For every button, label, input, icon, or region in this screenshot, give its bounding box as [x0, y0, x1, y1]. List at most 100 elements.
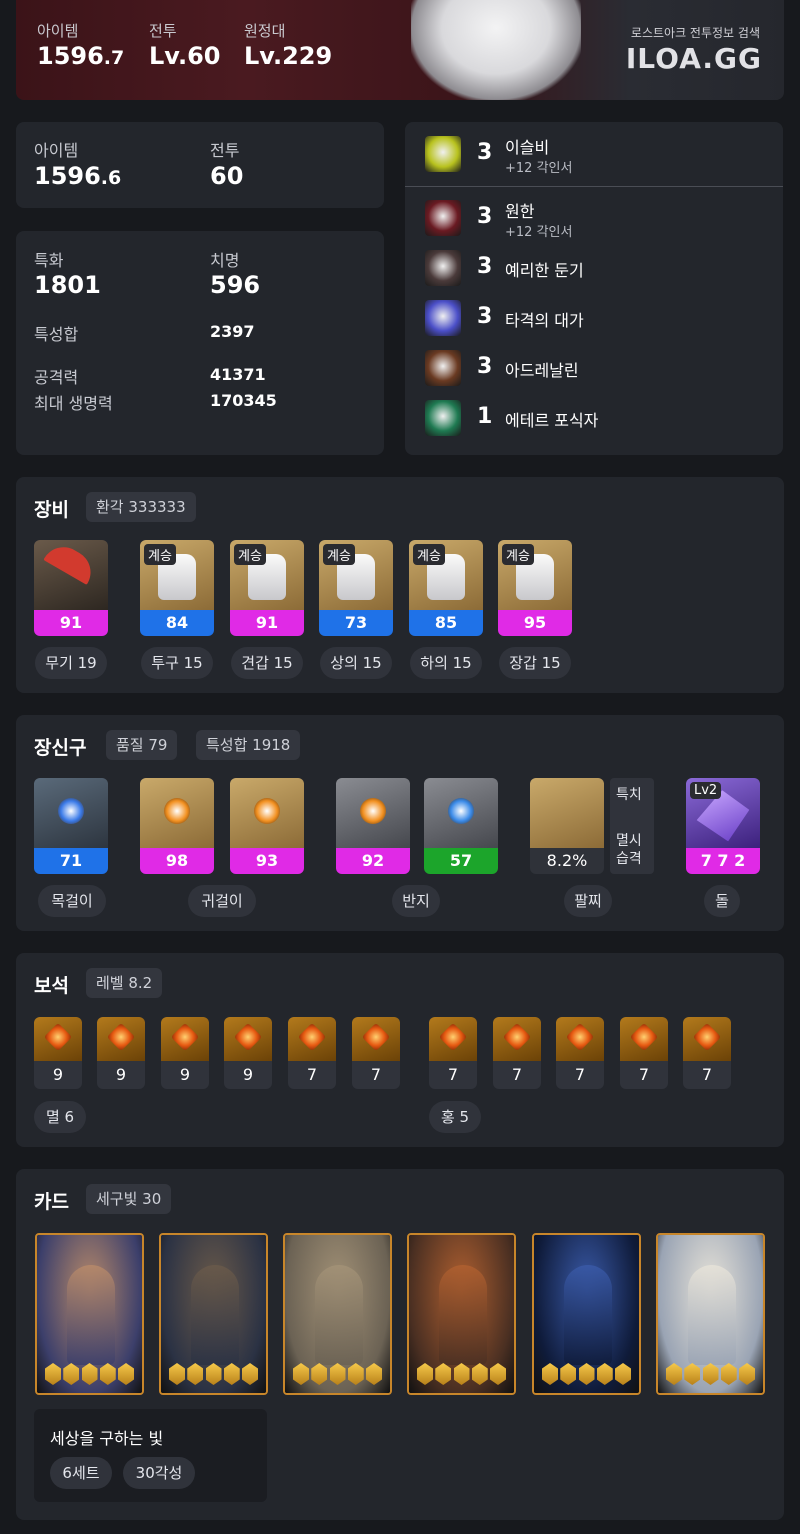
- card-item[interactable]: [532, 1233, 641, 1395]
- ring-icon: [336, 778, 410, 850]
- bracelet-slot[interactable]: 8.2%: [530, 778, 604, 874]
- inherit-badge: 계승: [234, 544, 266, 565]
- gem-icon: [161, 1017, 209, 1061]
- card-awaken-gems: [542, 1363, 631, 1385]
- awaken-gem-icon: [118, 1363, 134, 1385]
- card-figure: [688, 1265, 736, 1365]
- engraving-icon: [425, 400, 461, 436]
- awaken-gem-icon: [311, 1363, 328, 1385]
- earring-icon: [230, 778, 304, 850]
- header-combat-label: 전투: [149, 22, 177, 40]
- gem-doom[interactable]: 9: [34, 1017, 82, 1089]
- parasol-canopy: [43, 540, 99, 585]
- quality-value: 57: [424, 848, 498, 874]
- accessory-label-bracelet: 팔찌: [564, 885, 612, 917]
- gem-icon: [429, 1017, 477, 1061]
- gem-icon: [97, 1017, 145, 1061]
- gem-icon: [352, 1017, 400, 1061]
- gem-red[interactable]: 7: [620, 1017, 668, 1089]
- equipment-title: 장비: [34, 499, 69, 521]
- card-item[interactable]: [407, 1233, 516, 1395]
- equipment-label: 상의 15: [320, 647, 392, 679]
- stat-crit-value: 596: [210, 271, 261, 299]
- awaken-gem-icon: [329, 1363, 346, 1385]
- awaken-gem-icon: [596, 1363, 613, 1385]
- summary-item-value: 1596.6: [34, 162, 122, 190]
- summary-item-label: 아이템: [34, 141, 79, 160]
- engraving-row[interactable]: 3 아드레날린: [421, 348, 781, 388]
- accessory-slot[interactable]: 98: [140, 778, 214, 874]
- summary-combat-value: 60: [210, 162, 244, 190]
- gems-red-label: 홍 5: [429, 1101, 481, 1133]
- card-item[interactable]: [35, 1233, 144, 1395]
- gem-level: 7: [352, 1061, 400, 1089]
- equipment-set-pill: 환각 333333: [86, 492, 196, 522]
- accessory-slot[interactable]: 93: [230, 778, 304, 874]
- awaken-gem-icon: [560, 1363, 577, 1385]
- gem-icon: [620, 1017, 668, 1061]
- accessory-gem: [360, 798, 386, 824]
- earring-icon: [140, 778, 214, 850]
- awaken-gem-icon: [223, 1363, 240, 1385]
- equipment-slot[interactable]: 계승 84: [140, 540, 214, 636]
- equipment-slot[interactable]: 계승 91: [230, 540, 304, 636]
- bracelet-tag: 특치: [616, 787, 642, 803]
- card-item[interactable]: [159, 1233, 268, 1395]
- inherit-badge: 계승: [502, 544, 534, 565]
- card-item[interactable]: [656, 1233, 765, 1395]
- accessory-slot[interactable]: 57: [424, 778, 498, 874]
- gem-red[interactable]: 7: [429, 1017, 477, 1089]
- engraving-row[interactable]: 1 에테르 포식자: [421, 398, 781, 438]
- engraving-icon: [425, 200, 461, 236]
- engraving-row[interactable]: 3 타격의 대가: [421, 298, 781, 338]
- gem-icon: [683, 1017, 731, 1061]
- accessory-gem: [164, 798, 190, 824]
- engraving-icon: [425, 136, 461, 172]
- engraving-row[interactable]: 3 이슬비 +12 각인서: [421, 134, 781, 176]
- engraving-icon: [425, 250, 461, 286]
- gem-doom[interactable]: 9: [161, 1017, 209, 1089]
- site-logo[interactable]: ILOA.GG: [626, 42, 762, 75]
- accessory-label-earring: 귀걸이: [188, 885, 256, 917]
- accessory-label-stone: 돌: [704, 885, 740, 917]
- awaken-gem-icon: [435, 1363, 452, 1385]
- card-awaken-gems: [45, 1363, 134, 1385]
- awaken-gem-icon: [684, 1363, 701, 1385]
- inherit-badge: 계승: [323, 544, 355, 565]
- equipment-slot[interactable]: 계승 95: [498, 540, 572, 636]
- gem-doom[interactable]: 7: [352, 1017, 400, 1089]
- gem-level: 9: [97, 1061, 145, 1089]
- engraving-icon: [425, 350, 461, 386]
- awaken-gem-icon: [366, 1363, 382, 1385]
- gems-doom-label: 멸 6: [34, 1101, 86, 1133]
- equipment-slot[interactable]: 계승 73: [319, 540, 393, 636]
- accessory-slot[interactable]: 92: [336, 778, 410, 874]
- accessory-slot[interactable]: 71: [34, 778, 108, 874]
- awaken-gem-icon: [453, 1363, 470, 1385]
- gem-red[interactable]: 7: [556, 1017, 604, 1089]
- awaken-gem-icon: [63, 1363, 80, 1385]
- card-item[interactable]: [283, 1233, 392, 1395]
- engraving-row[interactable]: 3 예리한 둔기: [421, 248, 781, 288]
- engraving-subtext: +12 각인서: [505, 225, 573, 240]
- awaken-gem-icon: [45, 1363, 61, 1385]
- gem-level: 7: [429, 1061, 477, 1089]
- equipment-slot[interactable]: 91: [34, 540, 108, 636]
- equipment-label: 투구 15: [141, 647, 213, 679]
- ability-stone-slot[interactable]: Lv2 7 7 2: [686, 778, 760, 874]
- gem-doom[interactable]: 9: [224, 1017, 272, 1089]
- engraving-level: 3: [477, 354, 493, 379]
- stat-spec-value: 1801: [34, 271, 101, 299]
- summary-panel: 아이템 1596.6 전투 60: [16, 122, 384, 208]
- equipment-label: 무기 19: [35, 647, 107, 679]
- header-combat-value: Lv.60: [149, 42, 221, 70]
- gem-doom[interactable]: 7: [288, 1017, 336, 1089]
- inherit-badge: 계승: [413, 544, 445, 565]
- gem-red[interactable]: 7: [493, 1017, 541, 1089]
- equipment-slot[interactable]: 계승 85: [409, 540, 483, 636]
- gem-doom[interactable]: 9: [97, 1017, 145, 1089]
- gem-red[interactable]: 7: [683, 1017, 731, 1089]
- awaken-gem-icon: [542, 1363, 558, 1385]
- quality-value: 73: [319, 610, 393, 636]
- engraving-row[interactable]: 3 원한 +12 각인서: [421, 198, 781, 240]
